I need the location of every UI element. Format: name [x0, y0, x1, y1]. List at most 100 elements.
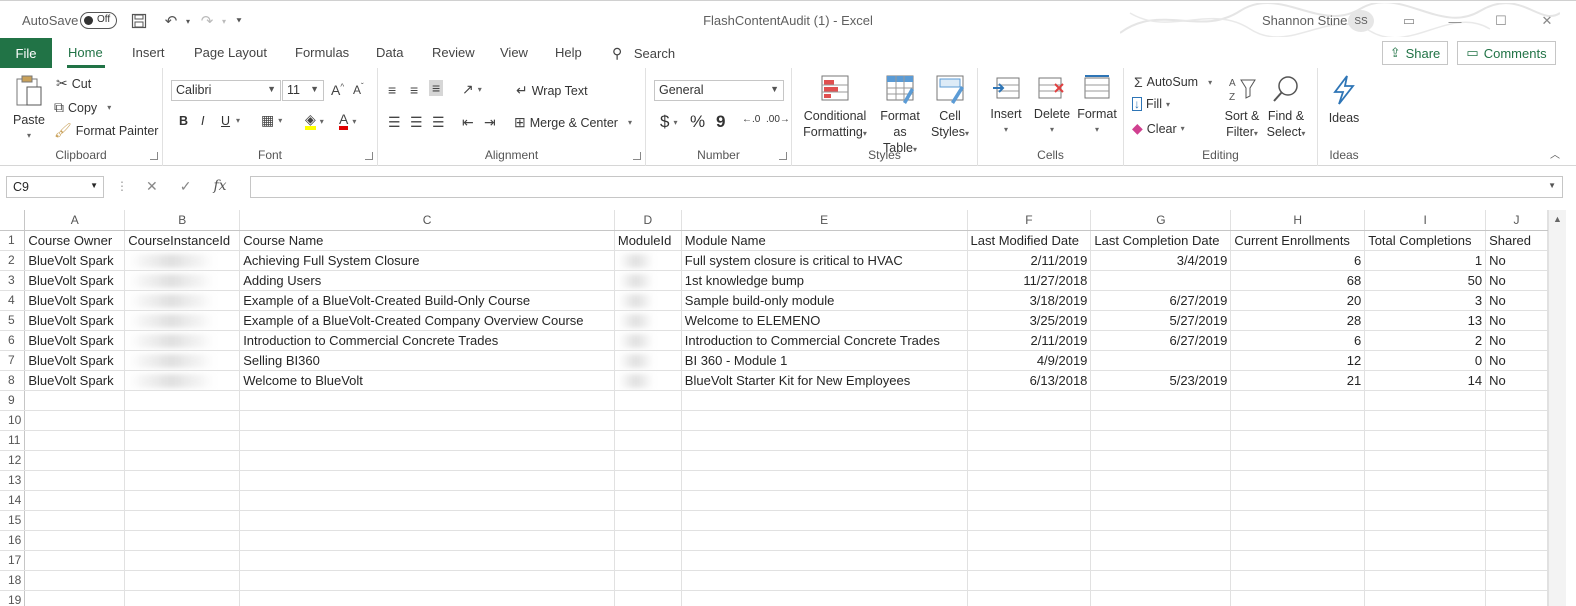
cell[interactable]: [124, 510, 241, 531]
cell[interactable]: BI 360 - Module 1: [681, 350, 968, 371]
cell[interactable]: [24, 490, 126, 511]
row-header[interactable]: 13: [0, 470, 26, 491]
cell[interactable]: [1090, 430, 1232, 451]
cell[interactable]: Full system closure is critical to HVAC: [681, 250, 968, 271]
row-header[interactable]: 2: [0, 250, 26, 271]
cell[interactable]: [1364, 430, 1487, 451]
cell[interactable]: Total Completions: [1364, 230, 1487, 251]
collapse-ribbon-icon[interactable]: ︿: [1550, 146, 1560, 161]
cell[interactable]: [1230, 410, 1366, 431]
row-header[interactable]: 14: [0, 490, 26, 511]
cell[interactable]: [1090, 510, 1232, 531]
cell[interactable]: [614, 590, 682, 606]
column-header[interactable]: J: [1485, 210, 1548, 231]
cell[interactable]: [24, 450, 126, 471]
cell[interactable]: [1230, 530, 1366, 551]
cell[interactable]: [24, 390, 126, 411]
cell[interactable]: [24, 590, 126, 606]
increase-indent-button[interactable]: ⇥: [484, 114, 496, 131]
cell[interactable]: [124, 250, 241, 271]
cell[interactable]: 11/27/2018: [967, 270, 1092, 291]
cell[interactable]: [1230, 590, 1366, 606]
cell[interactable]: [681, 570, 968, 591]
comma-button[interactable]: 9: [716, 112, 725, 132]
align-left-button[interactable]: ☰: [388, 114, 401, 131]
cell[interactable]: [1090, 490, 1232, 511]
cell[interactable]: [1364, 550, 1487, 571]
cell[interactable]: [1485, 470, 1548, 491]
cell[interactable]: No: [1485, 270, 1548, 291]
cell[interactable]: [614, 290, 682, 311]
cell[interactable]: [124, 370, 241, 391]
column-header[interactable]: D: [614, 210, 682, 231]
cell[interactable]: 6/27/2019: [1090, 330, 1232, 351]
insert-function-icon[interactable]: fx: [213, 178, 226, 195]
cell[interactable]: [967, 550, 1092, 571]
clear-button[interactable]: ◆ Clear ▾: [1132, 120, 1185, 137]
column-header[interactable]: H: [1230, 210, 1366, 231]
column-header[interactable]: E: [681, 210, 968, 231]
cell[interactable]: [24, 430, 126, 451]
cell[interactable]: [614, 310, 682, 331]
cell[interactable]: [1364, 590, 1487, 606]
row-header[interactable]: 6: [0, 330, 26, 351]
cell[interactable]: [1090, 550, 1232, 571]
cell[interactable]: 50: [1364, 270, 1487, 291]
cell[interactable]: [124, 330, 241, 351]
cell[interactable]: 6/13/2018: [967, 370, 1092, 391]
find-select-button[interactable]: Find & Select▾: [1264, 74, 1308, 142]
cell[interactable]: [1485, 430, 1548, 451]
cell[interactable]: Last Modified Date: [967, 230, 1092, 251]
font-name-select[interactable]: Calibri ▼: [171, 80, 281, 101]
cell[interactable]: 3: [1364, 290, 1487, 311]
cell[interactable]: 6/27/2019: [1090, 290, 1232, 311]
cell[interactable]: [614, 570, 682, 591]
cell[interactable]: 6: [1230, 250, 1366, 271]
cell[interactable]: No: [1485, 370, 1548, 391]
row-header[interactable]: 19: [0, 590, 26, 606]
cell[interactable]: No: [1485, 290, 1548, 311]
cell[interactable]: [1090, 270, 1232, 291]
cell[interactable]: BlueVolt Spark: [24, 370, 126, 391]
cell[interactable]: [1090, 590, 1232, 606]
cell[interactable]: No: [1485, 250, 1548, 271]
cell[interactable]: Current Enrollments: [1230, 230, 1366, 251]
cell[interactable]: [239, 570, 615, 591]
cell[interactable]: [681, 550, 968, 571]
name-box[interactable]: C9 ▼: [6, 176, 104, 198]
cell[interactable]: [24, 550, 126, 571]
align-center-button[interactable]: ☰: [410, 114, 423, 131]
cell[interactable]: [239, 410, 615, 431]
cell[interactable]: [967, 470, 1092, 491]
cell[interactable]: [614, 370, 682, 391]
column-header[interactable]: B: [124, 210, 241, 231]
close-icon[interactable]: ✕: [1524, 11, 1570, 31]
worksheet-grid[interactable]: A B C D E F G H I J 1 Course Owner CourseI…: [0, 210, 1548, 606]
cell[interactable]: [239, 550, 615, 571]
align-top-button[interactable]: ≡: [388, 82, 396, 98]
autosum-button[interactable]: Σ AutoSum ▾: [1134, 74, 1212, 90]
cell[interactable]: [1090, 450, 1232, 471]
format-cells-button[interactable]: Format ▾: [1074, 74, 1120, 138]
cell[interactable]: [239, 390, 615, 411]
fill-color-button[interactable]: ◈ ▾: [305, 112, 324, 130]
cell[interactable]: [1364, 570, 1487, 591]
cell[interactable]: BlueVolt Starter Kit for New Employees: [681, 370, 968, 391]
merge-center-button[interactable]: ⊞ Merge & Center ▾: [514, 114, 632, 131]
decrease-decimal-button[interactable]: .00→: [766, 114, 790, 125]
cell[interactable]: [681, 470, 968, 491]
cell[interactable]: [614, 390, 682, 411]
cell[interactable]: [1485, 570, 1548, 591]
cell[interactable]: 3/18/2019: [967, 290, 1092, 311]
column-header[interactable]: G: [1090, 210, 1232, 231]
font-launcher-icon[interactable]: [365, 152, 373, 160]
cell[interactable]: [1364, 510, 1487, 531]
enter-icon[interactable]: ✓: [180, 178, 192, 195]
cell[interactable]: 1st knowledge bump: [681, 270, 968, 291]
row-header[interactable]: 16: [0, 530, 26, 551]
cell[interactable]: BlueVolt Spark: [24, 250, 126, 271]
cell[interactable]: Selling BI360: [239, 350, 615, 371]
autosave-toggle[interactable]: Off: [80, 12, 117, 29]
cell[interactable]: [24, 530, 126, 551]
copy-button[interactable]: ⧉ Copy ▾: [54, 99, 111, 116]
